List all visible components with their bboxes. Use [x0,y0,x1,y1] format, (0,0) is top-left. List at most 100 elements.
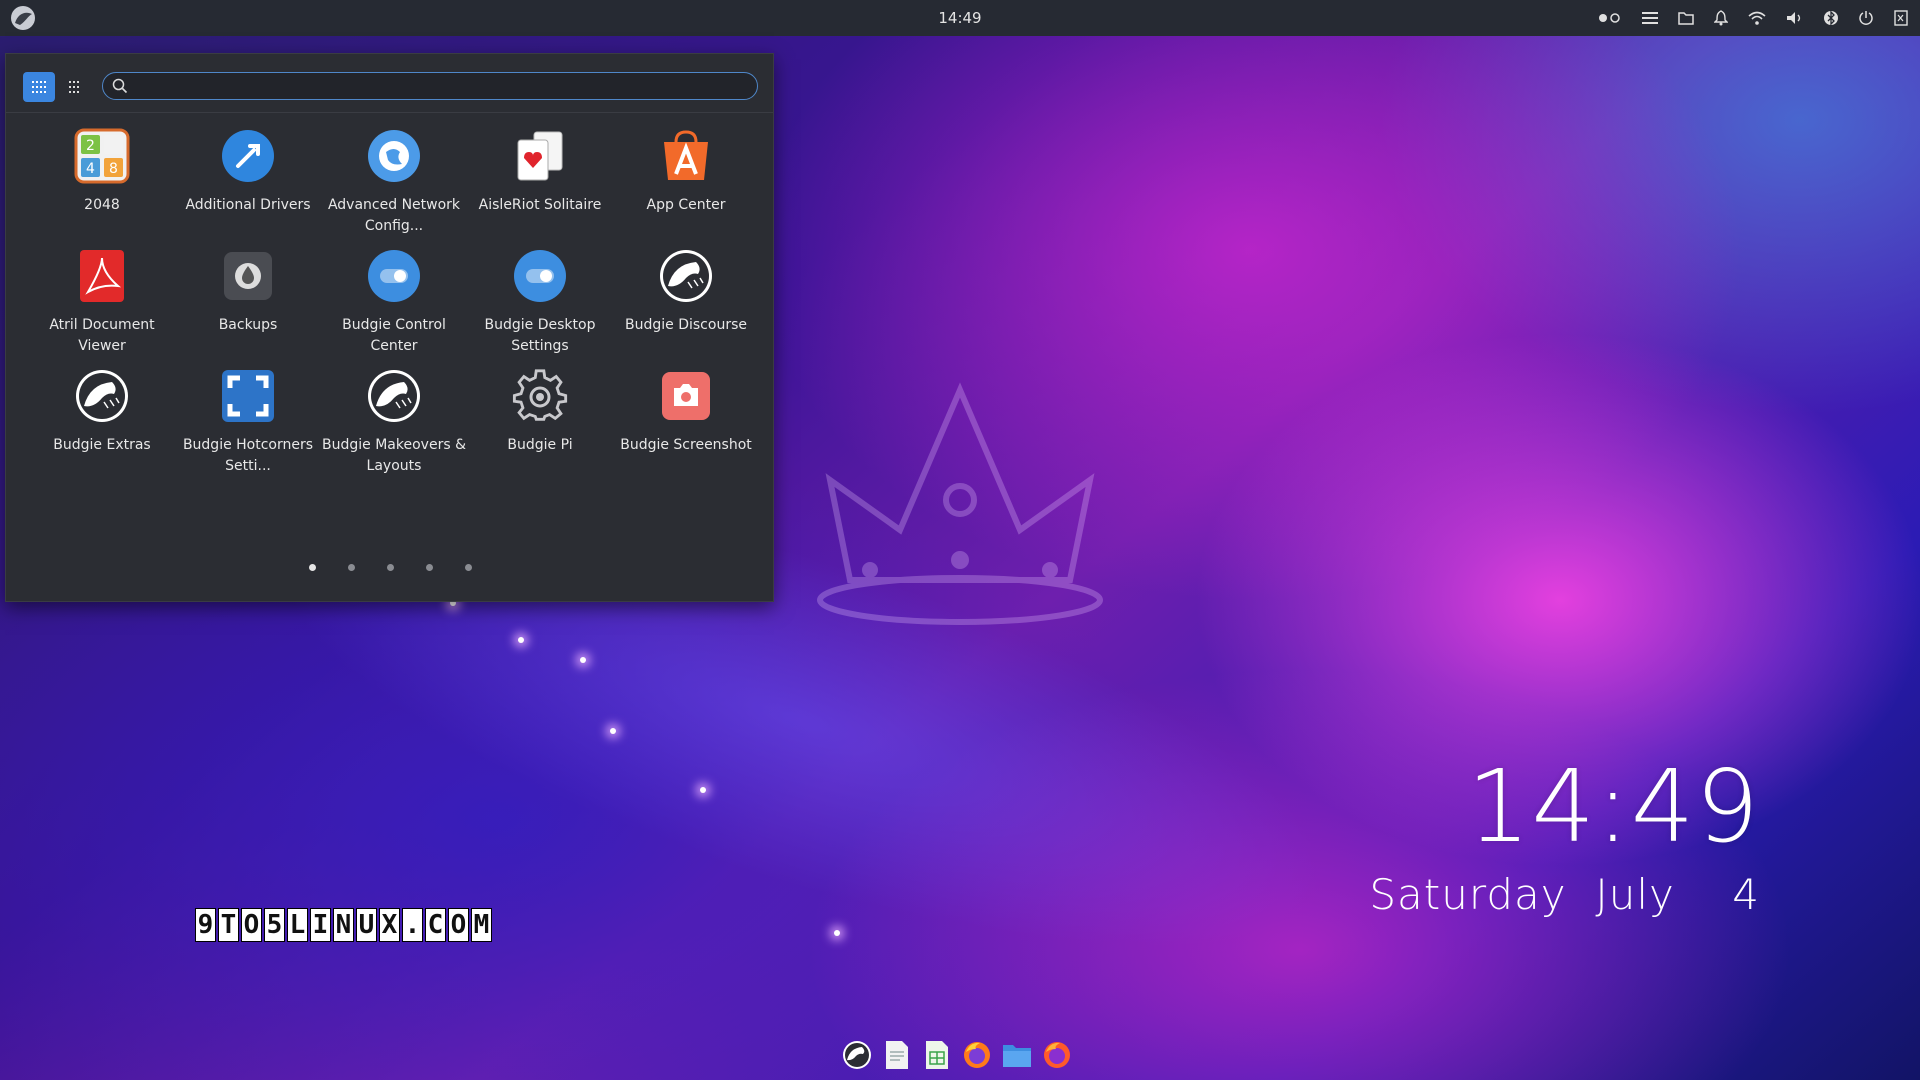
budgie-welcome-icon [843,1041,871,1069]
list-view-icon [69,81,79,93]
svg-text:2: 2 [86,138,95,154]
search-box[interactable] [102,72,758,100]
watermark-char: T [218,908,239,942]
dock-app-firefox[interactable] [962,1040,992,1070]
pdf-viewer-icon [80,250,124,302]
search-icon [112,78,128,94]
app-label: App Center [646,197,726,213]
firefox-alt-icon [1044,1042,1070,1068]
bluetooth-icon[interactable] [1824,10,1838,26]
app-tile-aisleriot[interactable]: AisleRiot Solitaire [467,125,613,265]
wallpaper-star [834,930,840,936]
dock-app-text-editor[interactable] [882,1040,912,1070]
page-dot-active[interactable] [309,564,316,571]
app-label: Budgie Hotcorners Setti... [182,437,314,474]
app-tile-additional-drivers[interactable]: Additional Drivers [175,125,321,265]
app-tile-atril[interactable]: Atril Document Viewer [29,245,175,385]
file-manager-icon [1003,1045,1031,1067]
app-tile-backups[interactable]: Backups [175,245,321,385]
raven-panel-icon[interactable] [1894,10,1908,26]
app-label: AisleRiot Solitaire [478,197,602,213]
grid-view-button[interactable] [23,72,55,102]
dock-app-file-manager[interactable] [1002,1040,1032,1070]
app-label: Budgie Pi [507,437,573,453]
app-label: Budgie Discourse [625,317,747,333]
app-label: Budgie Control Center [342,317,446,354]
page-dot[interactable] [348,564,355,571]
crown-logo-icon [817,382,1103,625]
page-dot[interactable] [465,564,472,571]
app-label: Budgie Screenshot [620,437,752,453]
app-tile-budgie-desktop-settings[interactable]: Budgie Desktop Settings [467,245,613,385]
backups-icon [224,252,272,300]
app-label: Budgie Makeovers & Layouts [322,437,466,474]
watermark-char: M [471,908,492,942]
bell-icon[interactable] [1714,10,1728,26]
app-center-icon [664,130,708,180]
power-icon[interactable] [1858,10,1874,26]
search-input[interactable] [133,75,747,99]
watermark-char: 9 [195,908,216,942]
app-tile-budgie-makeovers[interactable]: Budgie Makeovers & Layouts [321,365,467,505]
dock-app-firefox-alt[interactable] [1042,1040,1072,1070]
wifi-icon[interactable] [1748,11,1766,25]
hamburger-menu-icon[interactable] [1642,11,1658,25]
wallpaper-star [580,657,586,663]
dock [842,1040,1072,1070]
spreadsheet-icon [926,1041,948,1069]
app-label: Budgie Extras [53,437,151,453]
budgie-logo-icon [368,370,420,422]
app-tile-app-center[interactable]: App Center [613,125,759,265]
watermark-char: O [448,908,469,942]
app-tile-budgie-pi[interactable]: Budgie Pi [467,365,613,505]
wallpaper-star [518,637,524,643]
svg-text:4: 4 [86,161,95,177]
menu-separator [6,112,773,113]
desktop-clock-time: 14:49 [1466,748,1760,865]
dock-app-spreadsheet[interactable] [922,1040,952,1070]
watermark-char: O [241,908,262,942]
watermark-char: N [333,908,354,942]
app-tile-budgie-discourse[interactable]: Budgie Discourse [613,245,759,385]
watermark-logo: 9 T O 5 L I N U X . C O M [195,908,492,942]
watermark-char: I [310,908,331,942]
application-menu: 2 4 8 2048 Additional Drivers Advanced N… [5,53,774,602]
page-indicator [6,564,773,574]
app-tile-budgie-control-center[interactable]: Budgie Control Center [321,245,467,385]
app-tile-advanced-network[interactable]: Advanced Network Config... [321,125,467,265]
app-tile-budgie-screenshot[interactable]: Budgie Screenshot [613,365,759,505]
additional-drivers-icon [222,130,274,182]
app-tile-budgie-extras[interactable]: Budgie Extras [29,365,175,505]
folder-icon[interactable] [1678,11,1694,25]
workspace-indicator-icon[interactable] [1598,13,1622,23]
app-label: 2048 [84,197,120,213]
grid-view-icon [32,81,46,93]
wallpaper-star [610,728,616,734]
game-2048-icon: 2 4 8 [74,128,130,184]
watermark-char: X [379,908,400,942]
volume-icon[interactable] [1786,11,1804,25]
app-tile-2048[interactable]: 2 4 8 2048 [29,125,175,265]
hotcorners-icon [222,370,274,422]
svg-text:8: 8 [109,161,118,177]
camera-icon [662,372,710,420]
app-tile-budgie-hotcorners[interactable]: Budgie Hotcorners Setti... [175,365,321,505]
control-center-icon [368,250,420,302]
dock-app-budgie-welcome[interactable] [842,1040,872,1070]
list-view-button[interactable] [59,72,91,102]
app-label: Advanced Network Config... [327,197,461,234]
app-label: Atril Document Viewer [49,317,155,354]
watermark-char: C [425,908,446,942]
network-config-icon [368,130,420,182]
text-editor-icon [886,1041,908,1069]
page-dot[interactable] [387,564,394,571]
watermark-char: U [356,908,377,942]
page-dot[interactable] [426,564,433,571]
solitaire-icon [517,131,563,181]
gear-icon [512,369,568,421]
app-label: Budgie Desktop Settings [484,317,596,354]
desktop-settings-icon [514,250,566,302]
top-panel: 14:49 [0,0,1920,36]
budgie-logo-icon [76,370,128,422]
watermark-char: L [287,908,308,942]
